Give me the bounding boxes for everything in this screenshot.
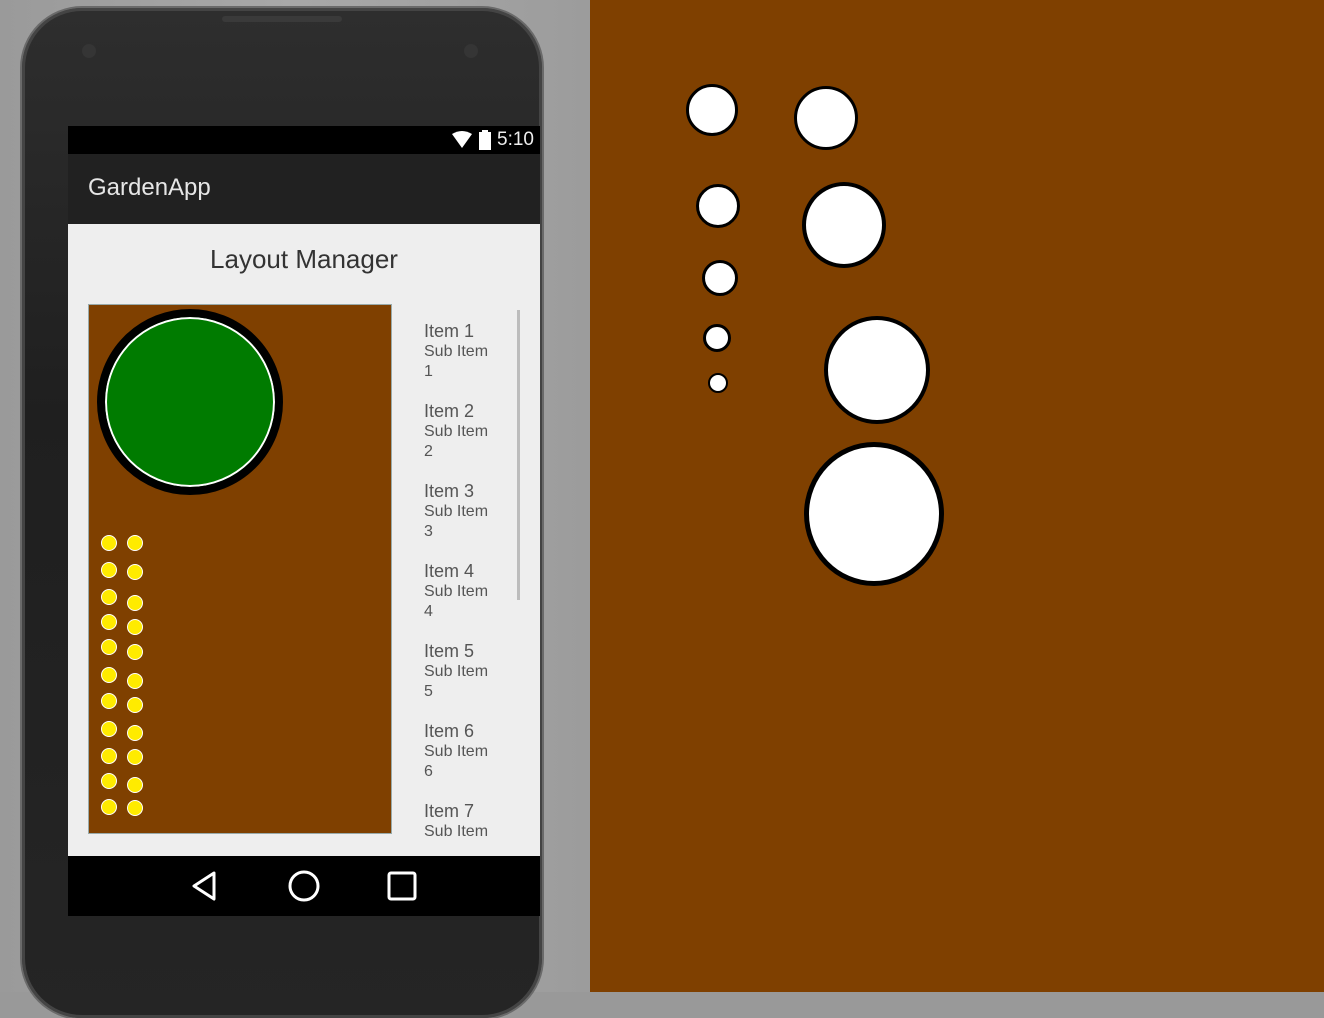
- navigation-bar: [68, 856, 540, 916]
- list-item-title: Item 7: [424, 801, 475, 821]
- main-content: Layout Manager Item 1 Sub Item 1 Item 2 …: [68, 224, 540, 856]
- list-item[interactable]: Item 2 Sub Item 2: [424, 400, 524, 480]
- white-plant[interactable]: [824, 316, 930, 424]
- list-item[interactable]: Item 6 Sub Item 6: [424, 720, 524, 800]
- yellow-seedling[interactable]: [101, 562, 117, 578]
- battery-icon: [479, 130, 492, 150]
- list-item[interactable]: Item 5 Sub Item 5: [424, 640, 524, 720]
- status-time: 5:10: [497, 129, 534, 150]
- yellow-seedling[interactable]: [101, 721, 117, 737]
- list-item-title: Item 6: [424, 721, 475, 741]
- list-item-subtitle: Sub Item 3: [424, 503, 489, 540]
- white-plant[interactable]: [802, 182, 886, 268]
- list-item-title: Item 3: [424, 481, 475, 501]
- list-item-title: Item 2: [424, 401, 475, 421]
- status-bar: 5:10: [68, 126, 540, 154]
- recents-icon[interactable]: [384, 868, 420, 904]
- yellow-seedling[interactable]: [127, 595, 143, 611]
- list-item-subtitle: Sub Item 2: [424, 423, 489, 460]
- list-item[interactable]: Item 3 Sub Item 3: [424, 480, 524, 560]
- phone-earpiece: [222, 16, 342, 22]
- wifi-icon: [452, 131, 473, 148]
- white-plant[interactable]: [794, 86, 858, 150]
- list-item[interactable]: Item 7 Sub Item: [424, 800, 524, 836]
- white-plant[interactable]: [686, 84, 738, 136]
- yellow-seedling[interactable]: [127, 749, 143, 765]
- yellow-seedling[interactable]: [127, 564, 143, 580]
- white-plant[interactable]: [696, 184, 740, 228]
- yellow-seedling[interactable]: [101, 773, 117, 789]
- list-item-title: Item 5: [424, 641, 475, 661]
- list-scrollbar[interactable]: [517, 310, 520, 600]
- action-bar: GardenApp: [68, 154, 540, 224]
- list-item-subtitle: Sub Item 1: [424, 343, 489, 380]
- page-title: Layout Manager: [210, 244, 398, 274]
- item-list[interactable]: Item 1 Sub Item 1 Item 2 Sub Item 2 Item…: [424, 320, 524, 836]
- phone-camera-dot: [464, 44, 478, 58]
- back-icon[interactable]: [186, 868, 222, 904]
- phone-frame: 5:10 GardenApp Layout Manager Item 1 Sub…: [22, 8, 542, 1018]
- yellow-seedling[interactable]: [127, 535, 143, 551]
- yellow-seedling[interactable]: [101, 667, 117, 683]
- yellow-seedling[interactable]: [101, 639, 117, 655]
- yellow-seedling[interactable]: [127, 673, 143, 689]
- list-item[interactable]: Item 4 Sub Item 4: [424, 560, 524, 640]
- app-title: GardenApp: [88, 174, 211, 201]
- big-green-plant[interactable]: [97, 309, 283, 495]
- yellow-seedling[interactable]: [101, 614, 117, 630]
- yellow-seedling[interactable]: [101, 799, 117, 815]
- list-item-subtitle: Sub Item 5: [424, 663, 489, 700]
- yellow-seedling[interactable]: [127, 644, 143, 660]
- list-item-subtitle: Sub Item 6: [424, 743, 489, 780]
- home-icon[interactable]: [286, 868, 322, 904]
- yellow-seedling[interactable]: [101, 589, 117, 605]
- white-plant[interactable]: [804, 442, 944, 586]
- list-item-title: Item 1: [424, 321, 475, 341]
- yellow-seedling[interactable]: [127, 777, 143, 793]
- white-plant[interactable]: [708, 373, 728, 393]
- list-item-subtitle: Sub Item: [424, 823, 489, 836]
- yellow-seedling[interactable]: [101, 693, 117, 709]
- yellow-seedling[interactable]: [127, 619, 143, 635]
- yellow-seedling[interactable]: [127, 800, 143, 816]
- list-item-subtitle: Sub Item 4: [424, 583, 489, 620]
- white-plant[interactable]: [702, 260, 738, 296]
- list-item[interactable]: Item 1 Sub Item 1: [424, 320, 524, 400]
- garden-preview-panel: [590, 0, 1324, 992]
- garden-canvas[interactable]: [88, 304, 392, 834]
- phone-sensor-dot: [82, 44, 96, 58]
- phone-screen: 5:10 GardenApp Layout Manager Item 1 Sub…: [68, 126, 540, 916]
- yellow-seedling[interactable]: [101, 535, 117, 551]
- yellow-seedling[interactable]: [127, 697, 143, 713]
- yellow-seedling[interactable]: [101, 748, 117, 764]
- list-item-title: Item 4: [424, 561, 475, 581]
- white-plant[interactable]: [703, 324, 731, 352]
- yellow-seedling[interactable]: [127, 725, 143, 741]
